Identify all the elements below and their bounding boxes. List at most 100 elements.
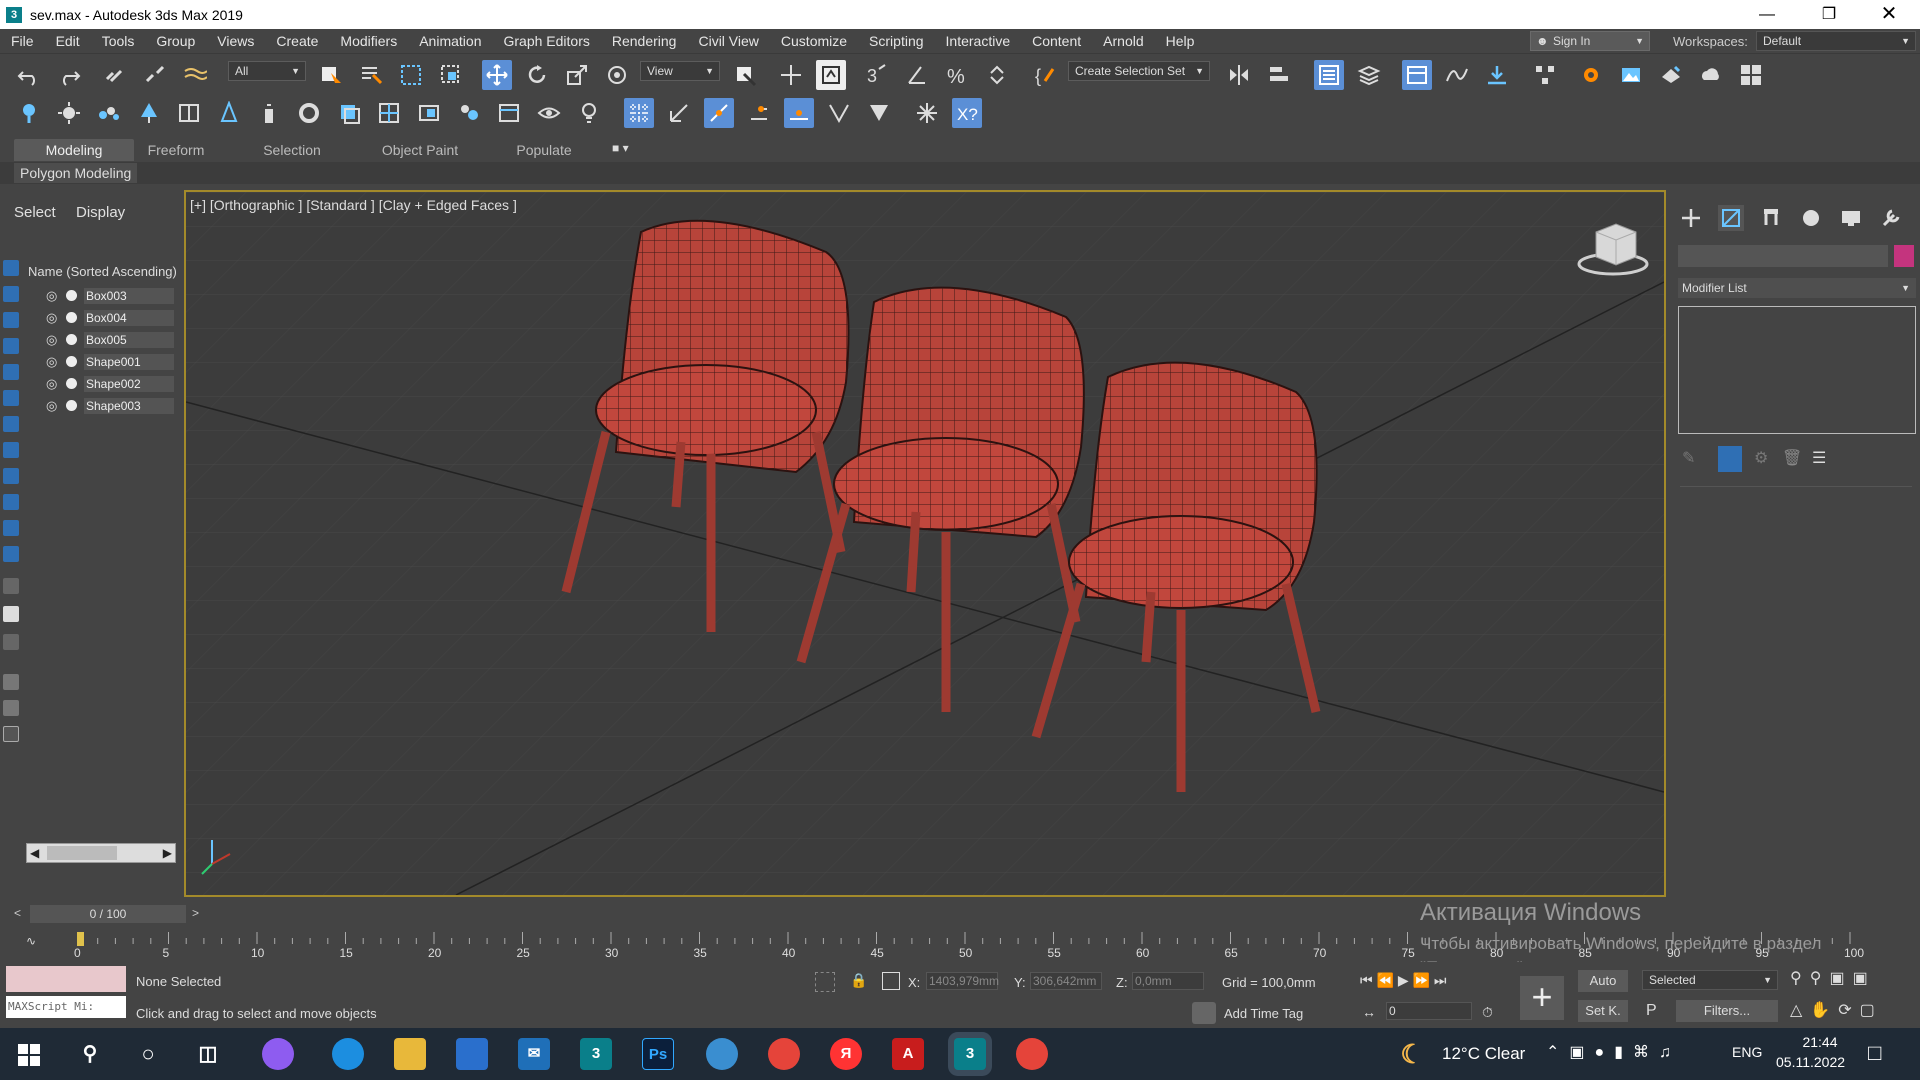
search-icon[interactable]: ⚲ <box>74 1038 106 1070</box>
current-frame-field[interactable]: 0 <box>1386 1002 1472 1020</box>
select-and-move-icon[interactable] <box>482 60 512 90</box>
horizontal-scrollbar[interactable]: ◀ ▶ <box>26 843 176 863</box>
modifier-list-dropdown[interactable]: Modifier List <box>1678 278 1916 298</box>
render-icon[interactable] <box>66 290 77 301</box>
autocad-icon[interactable]: A <box>892 1038 924 1070</box>
maximize-viewport-icon[interactable]: ▢ <box>1860 1002 1883 1019</box>
curve-editor-icon[interactable] <box>1442 60 1472 90</box>
goto-end-icon[interactable]: ⏭ <box>1434 972 1447 988</box>
menu-edit[interactable]: Edit <box>45 29 91 54</box>
list-item[interactable]: ◎ Box004 <box>26 308 178 328</box>
menu-civil-view[interactable]: Civil View <box>687 29 769 54</box>
pivot-center-icon[interactable] <box>730 60 760 90</box>
object-color-swatch[interactable] <box>1894 245 1914 267</box>
notifications-icon[interactable]: □ <box>1868 1040 1881 1066</box>
bind-space-warp-icon[interactable] <box>180 60 210 90</box>
goto-start-icon[interactable]: ⏮ <box>1360 972 1373 988</box>
menu-arnold[interactable]: Arnold <box>1092 29 1154 54</box>
render-in-cloud-icon[interactable] <box>1696 60 1726 90</box>
menu-create[interactable]: Create <box>265 29 329 54</box>
pivot-snap-icon[interactable] <box>664 98 694 128</box>
rendered-frame-window-icon[interactable] <box>1616 60 1646 90</box>
mirror-icon[interactable] <box>1224 60 1254 90</box>
windows-start-icon[interactable] <box>18 1044 40 1066</box>
mail-icon[interactable]: ✉ <box>518 1038 550 1070</box>
eye-icon[interactable]: ◎ <box>46 398 57 414</box>
filter-containers-icon[interactable] <box>3 494 19 510</box>
menu-help[interactable]: Help <box>1155 29 1206 54</box>
restore-icon[interactable]: ❐ <box>1806 0 1852 29</box>
microphone-icon[interactable]: ● <box>1595 1044 1615 1061</box>
select-and-rotate-icon[interactable] <box>522 60 552 90</box>
edge-icon[interactable] <box>332 1038 364 1070</box>
window-crossing-icon[interactable] <box>436 60 466 90</box>
filter-hidden-icon[interactable] <box>3 546 19 562</box>
task-view-icon[interactable]: ◫ <box>192 1038 224 1070</box>
list-item[interactable]: ◎ Shape003 <box>26 396 178 416</box>
spray-icon[interactable] <box>254 98 284 128</box>
filter-funnel-icon[interactable] <box>3 674 19 690</box>
viewport-label-menu[interactable]: [+] [Orthographic ] [Standard ] [Clay + … <box>190 197 517 213</box>
place-icon[interactable] <box>602 60 632 90</box>
lightbulb-icon[interactable] <box>574 98 604 128</box>
menu-content[interactable]: Content <box>1021 29 1092 54</box>
filter-geometry-icon[interactable] <box>3 260 19 276</box>
zoom-extents-icon[interactable]: ▣ <box>1829 970 1852 987</box>
link-icon[interactable] <box>100 60 130 90</box>
select-by-name-icon[interactable] <box>356 60 386 90</box>
z-coordinate-field[interactable]: 0,0mm <box>1132 972 1204 990</box>
network-device-icon[interactable]: ▣ <box>1569 1044 1594 1061</box>
clock-time[interactable]: 21:44 <box>1790 1034 1850 1050</box>
filter-bones-icon[interactable] <box>3 468 19 484</box>
file-explorer-icon[interactable] <box>394 1038 426 1070</box>
modifier-stack[interactable] <box>1678 306 1916 434</box>
alice-icon[interactable] <box>262 1038 294 1070</box>
menu-interactive[interactable]: Interactive <box>935 29 1022 54</box>
container-icon[interactable] <box>3 726 19 742</box>
eye-icon[interactable]: ◎ <box>46 310 57 326</box>
edit-named-selection-icon[interactable]: { <box>1030 60 1060 90</box>
filter-frozen-icon[interactable] <box>3 520 19 536</box>
pin-stack-icon[interactable]: ✎ <box>1682 448 1706 470</box>
select-object-icon[interactable] <box>316 60 346 90</box>
show-hidden-icons-icon[interactable]: ⌃ <box>1546 1044 1569 1061</box>
isolate-selection-icon[interactable] <box>815 972 835 992</box>
slider-prev-icon[interactable]: < <box>14 906 21 920</box>
menu-group[interactable]: Group <box>145 29 206 54</box>
filter-helpers-icon[interactable] <box>3 364 19 380</box>
minimize-icon[interactable]: — <box>1744 0 1790 29</box>
auto-key-button[interactable]: Auto <box>1578 970 1628 992</box>
clock-date[interactable]: 05.11.2022 <box>1776 1054 1845 1070</box>
snaps-toggle-icon[interactable]: 3 <box>862 60 892 90</box>
render-icon[interactable] <box>66 312 77 323</box>
render-setup-icon[interactable] <box>1576 60 1606 90</box>
layers-icon[interactable] <box>334 98 364 128</box>
3ds-max-active-icon[interactable]: 3 <box>954 1038 986 1070</box>
select-manipulate-icon[interactable] <box>776 60 806 90</box>
torus-icon[interactable] <box>294 98 324 128</box>
store-icon[interactable] <box>456 1038 488 1070</box>
toggle-ribbon-icon[interactable] <box>1402 60 1432 90</box>
sign-in-button[interactable]: ☻ Sign In ▼ <box>1530 31 1650 51</box>
menu-graph-editors[interactable]: Graph Editors <box>492 29 600 54</box>
menu-modifiers[interactable]: Modifiers <box>329 29 408 54</box>
photoshop-icon[interactable]: Ps <box>642 1038 674 1070</box>
previous-frame-icon[interactable]: ⏪ <box>1377 972 1394 988</box>
menu-animation[interactable]: Animation <box>408 29 492 54</box>
window-icon[interactable] <box>494 98 524 128</box>
list-item[interactable]: ◎ Box005 <box>26 330 178 350</box>
midpoint-snap-icon[interactable] <box>784 98 814 128</box>
eye-icon[interactable] <box>534 98 564 128</box>
set-key-mode-button[interactable]: Set K. <box>1578 1000 1628 1022</box>
x-coordinate-field[interactable]: 1403,979mm <box>926 972 999 990</box>
particles-icon[interactable] <box>94 98 124 128</box>
xform-snap-icon[interactable]: X? <box>952 98 982 128</box>
tree-icon[interactable] <box>214 98 244 128</box>
language-indicator[interactable]: ENG <box>1732 1044 1762 1060</box>
redo-icon[interactable] <box>54 60 84 90</box>
vertex-snap-icon[interactable] <box>704 98 734 128</box>
field-of-view-icon[interactable]: △ <box>1790 1002 1810 1019</box>
show-end-result-icon[interactable] <box>1718 446 1742 472</box>
eye-icon[interactable]: ◎ <box>46 332 57 348</box>
key-tangent-icon[interactable]: Ρ <box>1646 1002 1657 1020</box>
